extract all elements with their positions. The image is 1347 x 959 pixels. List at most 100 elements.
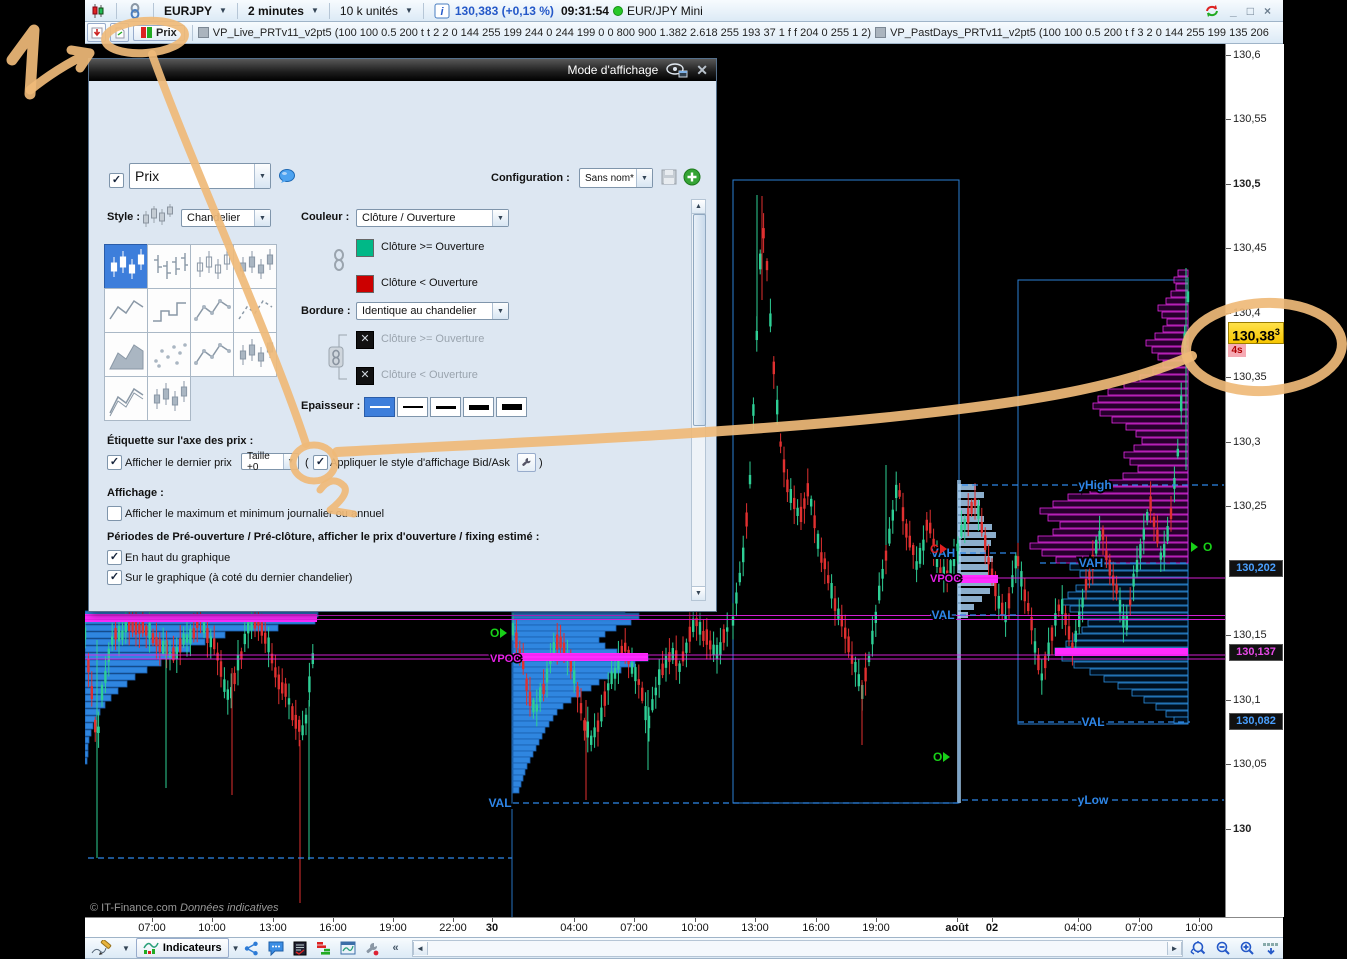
time-tick-label: 04:00 (560, 922, 588, 934)
chart-type-icon[interactable] (85, 3, 111, 19)
zoom-in-button[interactable] (1236, 938, 1258, 958)
show-last-price-label: Afficher le dernier prix (125, 457, 232, 469)
scrollbar-thumb[interactable] (693, 214, 706, 426)
dialog-titlebar[interactable]: Mode d'affichage ✕ (89, 59, 716, 81)
close-ge-open-color-swatch[interactable] (356, 239, 374, 257)
style-option-line[interactable] (104, 288, 148, 333)
news-button[interactable] (289, 938, 311, 958)
display-mode-icon (666, 62, 688, 77)
thickness-5[interactable] (496, 397, 527, 417)
price-tick-label: 130 (1233, 823, 1252, 835)
download-data-icon[interactable] (87, 23, 106, 42)
new-page-icon[interactable] (110, 23, 129, 42)
price-tick-mark (1226, 119, 1231, 120)
minimize-button[interactable]: _ (1230, 4, 1237, 18)
top-of-chart-checkbox[interactable]: ✓ (107, 550, 122, 565)
bordure-lt-swatch: ✕ (356, 367, 374, 385)
column-settings-button[interactable] (1260, 938, 1282, 958)
indicator-select[interactable]: Prix ▼ (129, 163, 271, 189)
scroll-right-button[interactable]: ► (1167, 941, 1182, 955)
style-option-area[interactable] (104, 332, 148, 377)
style-option-candles-gray[interactable] (233, 244, 277, 289)
taille-select[interactable]: Taille +0 ▼ (241, 451, 299, 473)
chevron-down-icon: ▼ (310, 6, 319, 15)
svg-text:VPOC: VPOC (930, 573, 961, 585)
time-axis[interactable]: 07:00 10:00 13:00 16:00 19:00 22:00 30 04:00 07:… (85, 917, 1283, 938)
bordure-select[interactable]: Identique au chandelier ▼ (356, 302, 509, 320)
help-bubble-icon[interactable] (279, 169, 296, 184)
instrument-selector[interactable]: EURJPY ▼ (159, 4, 232, 18)
indicator-swatch[interactable] (875, 27, 887, 38)
dialog-close-icon[interactable]: ✕ (696, 63, 708, 77)
maximize-button[interactable]: □ (1247, 4, 1254, 18)
style-grid (104, 244, 277, 421)
units-selector[interactable]: 10 k unités ▼ (335, 4, 418, 18)
indicator-1-label[interactable]: VP_Live_PRTv11_v2pt5 (100 100 0.5 200 t … (213, 27, 871, 39)
chart-window-button[interactable] (337, 938, 359, 958)
close-button[interactable]: × (1264, 4, 1271, 18)
price-tick-mark (1226, 55, 1231, 56)
share-button[interactable] (241, 938, 263, 958)
volume-profile-button[interactable] (313, 938, 335, 958)
zoom-fit-button[interactable] (1188, 938, 1210, 958)
dialog-scrollbar[interactable]: ▲ ▼ (691, 199, 706, 601)
thickness-options (364, 397, 527, 417)
show-last-price-checkbox[interactable]: ✓ (107, 455, 122, 470)
style-option-step[interactable] (147, 288, 191, 333)
show-max-min-checkbox[interactable] (107, 506, 122, 521)
style-option-area-outline[interactable] (104, 376, 148, 421)
style-option-line-dots[interactable] (190, 288, 234, 333)
link-border-icon[interactable] (327, 331, 353, 383)
thickness-4[interactable] (463, 397, 494, 417)
link-colors-icon[interactable] (332, 249, 346, 271)
settings-wrench-button[interactable] (361, 938, 383, 958)
timeframe-selector[interactable]: 2 minutes ▼ (243, 4, 324, 18)
couleur-select[interactable]: Clôture / Ouverture ▼ (356, 209, 509, 227)
scroll-up-button[interactable]: ▲ (692, 200, 705, 214)
indicateurs-button[interactable]: Indicateurs (135, 938, 229, 958)
scroll-down-button[interactable]: ▼ (692, 586, 705, 600)
scroll-left-button[interactable]: ◄ (412, 941, 428, 955)
last-price-change: 130,383 (+0,13 %) (454, 3, 554, 18)
style-select[interactable]: Chandelier ▼ (181, 209, 271, 227)
chevron-down-icon: ▼ (254, 164, 270, 188)
thickness-3[interactable] (430, 397, 461, 417)
style-option-candles[interactable] (104, 244, 148, 289)
style-option-candle-line[interactable] (233, 332, 277, 377)
thickness-2[interactable] (397, 397, 428, 417)
link-icon[interactable] (122, 2, 148, 19)
horizontal-scrollbar[interactable]: ◄ ► (411, 939, 1183, 957)
on-chart-checkbox[interactable]: ✓ (107, 570, 122, 585)
save-configuration-icon[interactable] (661, 169, 677, 185)
style-option-candles-outline[interactable] (190, 244, 234, 289)
drawing-tools-button[interactable] (86, 938, 118, 958)
bidask-settings-icon[interactable] (517, 453, 536, 472)
close-lt-open-color-swatch[interactable] (356, 275, 374, 293)
add-configuration-icon[interactable] (683, 168, 701, 186)
bidask-style-checkbox[interactable]: ✓ (313, 455, 328, 470)
configuration-select[interactable]: Sans nom* ▼ (579, 168, 653, 188)
affichage-header: Affichage : (107, 487, 164, 499)
zoom-out-button[interactable] (1212, 938, 1234, 958)
collapse-toolbar-button[interactable]: « (385, 938, 407, 958)
style-option-mini-bars[interactable] (147, 376, 191, 421)
price-axis[interactable]: 130,6 130,55 130,5 130,45 130,4 130,35 130,3 13… (1225, 44, 1284, 917)
price-tick-label: 130,05 (1233, 758, 1267, 770)
indicator-enabled-checkbox[interactable]: ✓ (109, 173, 124, 188)
tab-prix[interactable]: Prix (133, 24, 185, 41)
indicator-swatch[interactable] (197, 27, 209, 38)
indicator-2-label[interactable]: VP_PastDays_PRTv11_v2pt5 (100 100 0.5 20… (890, 27, 1269, 39)
price-tick-mark (1226, 764, 1231, 765)
price-tick-mark (1226, 635, 1231, 636)
chevron-down-icon[interactable]: ▼ (122, 944, 130, 953)
style-option-ohlc[interactable] (147, 244, 191, 289)
thickness-1[interactable] (364, 397, 395, 417)
style-option-scatter[interactable] (147, 332, 191, 377)
info-icon[interactable]: i (429, 3, 455, 19)
style-option-dashed-line[interactable] (233, 288, 277, 333)
refresh-icon[interactable] (1204, 3, 1220, 19)
comments-button[interactable] (265, 938, 287, 958)
chevron-down-icon[interactable]: ▼ (232, 944, 240, 953)
style-option-zigzag-dots[interactable] (190, 332, 234, 377)
price-tick-mark (1226, 313, 1231, 314)
